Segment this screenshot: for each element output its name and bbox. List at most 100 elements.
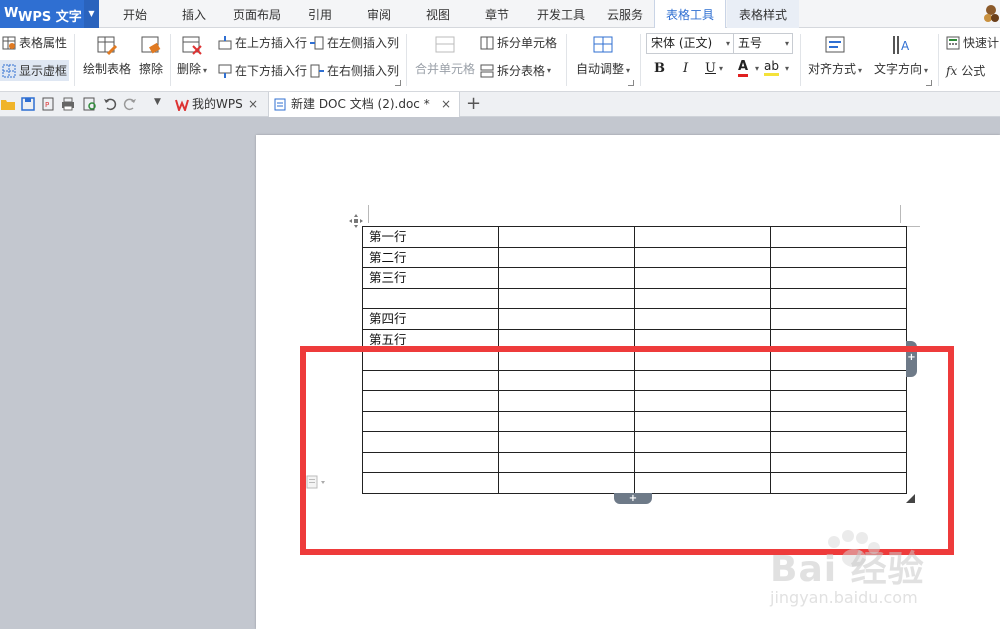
split-table-button[interactable]: 拆分表格 ▾ — [480, 62, 551, 79]
app-dropdown-icon[interactable]: ▼ — [84, 0, 99, 28]
text-direction-label: 文字方向 — [873, 62, 922, 76]
table-cell[interactable]: 第三行 — [362, 267, 499, 289]
table-move-icon[interactable] — [349, 214, 363, 228]
insert-col-right-icon — [310, 64, 324, 78]
tab-references[interactable]: 引用 — [297, 0, 343, 28]
tab-cloud[interactable]: 云服务 — [600, 0, 650, 28]
tab-start[interactable]: 开始 — [112, 0, 158, 28]
insert-col-right-button[interactable]: 在右侧插入列 — [310, 62, 399, 79]
align-dialog-launcher[interactable] — [926, 80, 932, 86]
merge-cells-button[interactable]: 合并单元格 — [414, 34, 476, 77]
erase-button[interactable]: 擦除 — [136, 34, 166, 77]
highlight-color-button[interactable]: ab — [764, 59, 779, 76]
insert-col-left-icon — [310, 36, 324, 50]
draw-table-icon — [96, 34, 118, 56]
print-preview-icon[interactable] — [82, 96, 98, 112]
table-cell[interactable] — [634, 267, 771, 289]
auto-fit-button[interactable]: 自动调整 ▾ — [572, 34, 634, 77]
insert-col-right-label: 在右侧插入列 — [327, 64, 400, 78]
align-button[interactable]: 对齐方式 ▾ — [804, 34, 866, 77]
text-direction-button[interactable]: A 文字方向 ▾ — [870, 34, 932, 77]
print-icon[interactable] — [60, 96, 76, 112]
table-cell[interactable] — [770, 267, 907, 289]
auto-fit-icon — [592, 34, 614, 56]
chevron-down-icon: ▾ — [725, 39, 730, 48]
split-table-icon — [480, 64, 494, 78]
bold-button[interactable]: B — [654, 61, 665, 76]
font-name-select[interactable]: 宋体 (正文) ▾ — [646, 33, 734, 54]
table-cell[interactable] — [634, 287, 771, 309]
delete-button[interactable]: 删除 ▾ — [174, 34, 210, 77]
ribbon-divider — [938, 34, 939, 86]
table-cell[interactable] — [362, 287, 499, 309]
tab-review[interactable]: 审阅 — [356, 0, 402, 28]
table-properties-button[interactable]: 表格属性 — [2, 34, 67, 51]
auto-fit-dialog-launcher[interactable] — [628, 80, 634, 86]
italic-button[interactable]: I — [683, 61, 688, 76]
insert-row-below-label: 在下方插入行 — [235, 64, 308, 78]
split-cells-button[interactable]: 拆分单元格 — [480, 34, 557, 51]
formula-button[interactable]: fx 公式 — [946, 62, 985, 79]
table-cell[interactable] — [498, 287, 635, 309]
export-pdf-icon[interactable]: P — [40, 96, 56, 112]
app-name: WPS 文字 — [18, 10, 82, 25]
font-color-button[interactable]: A — [738, 60, 749, 77]
table-row — [362, 287, 907, 309]
show-grid-button[interactable]: 显示虚框 — [0, 60, 70, 81]
caret-down-icon: ▾ — [785, 64, 790, 73]
undo-icon[interactable] — [102, 96, 118, 112]
rows-cols-dialog-launcher[interactable] — [395, 80, 401, 86]
grid-icon — [2, 64, 16, 78]
draw-table-button[interactable]: 绘制表格 — [82, 34, 132, 77]
table-cell[interactable]: 第一行 — [362, 226, 499, 248]
table-cell[interactable] — [634, 308, 771, 330]
insert-row-below-button[interactable]: 在下方插入行 — [218, 62, 307, 79]
tab-table-style[interactable]: 表格样式 — [727, 0, 799, 28]
table-cell[interactable] — [770, 287, 907, 309]
insert-row-above-button[interactable]: 在上方插入行 — [218, 34, 307, 51]
tab-active-document[interactable]: 新建 DOC 文档 (2).doc * × — [268, 92, 460, 117]
insert-col-left-button[interactable]: 在左侧插入列 — [310, 34, 399, 51]
tab-insert[interactable]: 插入 — [171, 0, 217, 28]
table-cell[interactable] — [498, 267, 635, 289]
save-icon[interactable] — [20, 96, 36, 112]
table-cell[interactable] — [498, 226, 635, 248]
svg-text:A: A — [901, 39, 910, 53]
font-size-value: 五号 — [738, 36, 763, 50]
tab-developer[interactable]: 开发工具 — [532, 0, 590, 28]
table-cell[interactable]: 第四行 — [362, 308, 499, 330]
underline-button[interactable]: U — [705, 61, 716, 76]
tab-table-tools[interactable]: 表格工具 — [654, 0, 726, 28]
tab-my-wps[interactable]: 我的WPS × — [170, 92, 266, 117]
table-cell[interactable] — [634, 226, 771, 248]
table-row: 第一行 — [362, 226, 907, 248]
redo-icon[interactable] — [122, 96, 138, 112]
font-size-select[interactable]: 五号 ▾ — [733, 33, 793, 54]
close-tab-icon[interactable]: × — [441, 92, 451, 117]
table-cell[interactable] — [498, 246, 635, 268]
table-cell[interactable] — [498, 308, 635, 330]
align-label: 对齐方式 — [807, 62, 856, 76]
table-cell[interactable]: 第二行 — [362, 246, 499, 268]
tab-section[interactable]: 章节 — [474, 0, 520, 28]
app-menu-button[interactable]: W WPS 文字 ▼ — [0, 0, 99, 28]
tab-view[interactable]: 视图 — [415, 0, 461, 28]
eraser-icon — [140, 34, 162, 56]
close-tab-icon[interactable]: × — [248, 92, 258, 117]
watermark-text: Bai 经验 — [770, 549, 925, 590]
quick-calc-button[interactable]: 快速计 — [946, 34, 999, 51]
quick-calc-label: 快速计 — [963, 36, 1000, 50]
table-cell[interactable] — [770, 246, 907, 268]
show-grid-label: 显示虚框 — [19, 64, 68, 78]
table-cell[interactable] — [770, 226, 907, 248]
table-cell[interactable] — [770, 308, 907, 330]
table-cell[interactable] — [634, 246, 771, 268]
caret-down-icon: ▾ — [547, 66, 552, 75]
open-folder-icon[interactable] — [0, 96, 16, 112]
new-tab-button[interactable]: + — [466, 93, 481, 115]
insert-row-above-label: 在上方插入行 — [235, 36, 308, 50]
quick-access-dropdown-icon[interactable]: ▼ — [154, 97, 161, 107]
ribbon-divider — [640, 34, 641, 86]
ribbon-divider — [74, 34, 75, 86]
tab-page-layout[interactable]: 页面布局 — [229, 0, 285, 28]
